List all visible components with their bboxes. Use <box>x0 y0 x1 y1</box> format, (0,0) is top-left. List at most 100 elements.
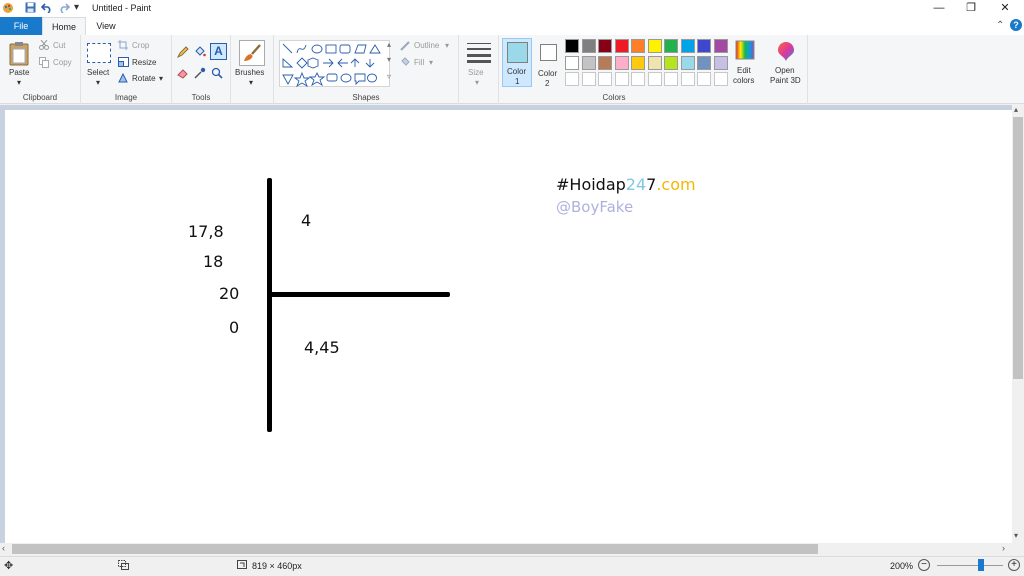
palette-swatch[interactable] <box>598 72 612 86</box>
rotate-icon[interactable] <box>118 72 129 85</box>
magnifier-icon[interactable] <box>211 67 223 81</box>
paste-button[interactable] <box>8 41 32 69</box>
paste-dropdown-icon[interactable]: ▾ <box>17 78 21 87</box>
palette-swatch[interactable] <box>713 39 728 53</box>
palette-swatch[interactable] <box>647 39 662 53</box>
color2-button[interactable]: Color 2 <box>535 38 563 88</box>
cut-icon[interactable] <box>39 39 49 52</box>
palette-swatch[interactable] <box>631 72 645 86</box>
color1-number: 1 <box>515 77 520 86</box>
vertical-scrollbar[interactable]: ▴ ▾ <box>1012 105 1024 543</box>
size-dropdown-icon[interactable]: ▾ <box>475 78 479 87</box>
drawing-canvas[interactable]: 17,8 18 20 0 4 4,45 #Hoidap247.com @BoyF… <box>5 110 1012 543</box>
rotate-dropdown-icon[interactable]: ▾ <box>159 74 163 83</box>
redo-icon[interactable] <box>58 2 71 16</box>
scroll-right-icon[interactable]: › <box>1002 543 1005 553</box>
palette-swatch[interactable] <box>565 39 579 53</box>
vertical-scroll-thumb[interactable] <box>1013 117 1023 379</box>
close-button[interactable]: ✕ <box>988 0 1022 17</box>
palette-swatch[interactable] <box>598 39 612 53</box>
color1-button[interactable]: Color 1 <box>502 38 532 87</box>
palette-swatch[interactable] <box>664 55 678 70</box>
rotate-button[interactable]: Rotate <box>132 74 156 83</box>
palette-swatch[interactable] <box>680 55 695 70</box>
fill-icon[interactable] <box>400 57 411 69</box>
maximize-button[interactable]: ❐ <box>954 0 988 17</box>
help-icon[interactable]: ? <box>1010 19 1022 31</box>
horizontal-scroll-thumb[interactable] <box>12 544 818 554</box>
outline-dropdown-icon[interactable]: ▾ <box>445 41 449 50</box>
scroll-down-icon[interactable]: ▾ <box>1014 531 1018 540</box>
outline-button[interactable]: Outline <box>414 41 439 50</box>
brushes-dropdown-icon[interactable]: ▾ <box>249 78 253 87</box>
palette-swatch[interactable] <box>680 39 695 53</box>
save-icon[interactable] <box>25 2 36 16</box>
undo-icon[interactable] <box>40 2 53 16</box>
zoom-slider-track[interactable] <box>937 565 1003 566</box>
resize-icon[interactable] <box>118 57 129 69</box>
select-dropdown-icon[interactable]: ▾ <box>96 78 100 87</box>
tab-home[interactable]: Home <box>42 17 86 35</box>
shapes-scroll-down-icon[interactable]: ▾ <box>387 55 391 64</box>
ribbon-tabs: File Home View ⌃ ? <box>0 17 1024 35</box>
color-picker-icon[interactable] <box>194 67 206 81</box>
palette-swatch[interactable] <box>614 55 629 70</box>
zoom-in-button[interactable]: + <box>1008 559 1020 571</box>
palette-swatch[interactable] <box>614 72 629 86</box>
palette-swatch[interactable] <box>713 72 728 86</box>
shapes-expand-icon[interactable]: ▿ <box>387 72 391 81</box>
scroll-left-icon[interactable]: ‹ <box>2 543 5 553</box>
edit-colors-button[interactable] <box>735 40 755 62</box>
image-group: Select ▾ Crop Resize Rotate ▾ Image <box>81 35 172 104</box>
palette-swatch[interactable] <box>680 72 695 86</box>
pencil-icon[interactable] <box>176 46 189 60</box>
palette-swatch[interactable] <box>614 39 629 53</box>
shapes-scroll-up-icon[interactable]: ▴ <box>387 40 391 49</box>
palette-swatch[interactable] <box>565 72 579 86</box>
zoom-out-button[interactable]: − <box>918 559 930 571</box>
copy-icon[interactable] <box>39 57 49 70</box>
horizontal-scrollbar[interactable]: ‹ › <box>0 543 1012 555</box>
scroll-up-icon[interactable]: ▴ <box>1014 105 1018 114</box>
select-button[interactable] <box>87 43 111 63</box>
shapes-group-label: Shapes <box>352 93 380 102</box>
tab-view[interactable]: View <box>86 17 126 35</box>
palette-swatch[interactable] <box>697 39 711 53</box>
paint3d-icon[interactable] <box>775 40 797 64</box>
palette-swatch[interactable] <box>697 55 711 70</box>
zoom-slider-thumb[interactable] <box>978 559 984 571</box>
color1-label: Color <box>507 67 527 76</box>
outline-icon[interactable] <box>400 41 411 53</box>
palette-swatch[interactable] <box>581 55 596 70</box>
palette-swatch[interactable] <box>647 72 662 86</box>
fill-dropdown-icon[interactable]: ▾ <box>429 58 433 67</box>
cut-button[interactable]: Cut <box>53 41 65 50</box>
paint-app-icon[interactable] <box>2 2 14 17</box>
palette-swatch[interactable] <box>664 39 678 53</box>
crop-button[interactable]: Crop <box>132 41 149 50</box>
palette-swatch[interactable] <box>581 72 596 86</box>
palette-swatch[interactable] <box>631 55 645 70</box>
copy-button[interactable]: Copy <box>53 58 72 67</box>
eraser-icon[interactable] <box>177 67 189 81</box>
minimize-button[interactable]: — <box>922 0 956 17</box>
palette-swatch[interactable] <box>598 55 612 70</box>
palette-swatch[interactable] <box>664 72 678 86</box>
crop-icon[interactable] <box>118 40 128 52</box>
palette-swatch[interactable] <box>713 55 728 70</box>
resize-button[interactable]: Resize <box>132 58 156 67</box>
collapse-ribbon-icon[interactable]: ⌃ <box>996 20 1004 31</box>
tab-file[interactable]: File <box>0 17 42 35</box>
fill-button[interactable]: Fill <box>414 58 424 67</box>
palette-swatch[interactable] <box>631 39 645 53</box>
palette-swatch[interactable] <box>581 39 596 53</box>
shapes-gallery[interactable] <box>279 40 390 88</box>
customize-dropdown-icon[interactable]: ▾ <box>74 2 79 13</box>
fill-bucket-icon[interactable] <box>194 46 206 60</box>
brushes-button[interactable] <box>239 40 265 66</box>
palette-swatch[interactable] <box>565 55 579 70</box>
size-button[interactable] <box>466 41 492 63</box>
text-tool-icon[interactable]: A <box>210 43 227 60</box>
palette-swatch[interactable] <box>697 72 711 86</box>
palette-swatch[interactable] <box>647 55 662 70</box>
